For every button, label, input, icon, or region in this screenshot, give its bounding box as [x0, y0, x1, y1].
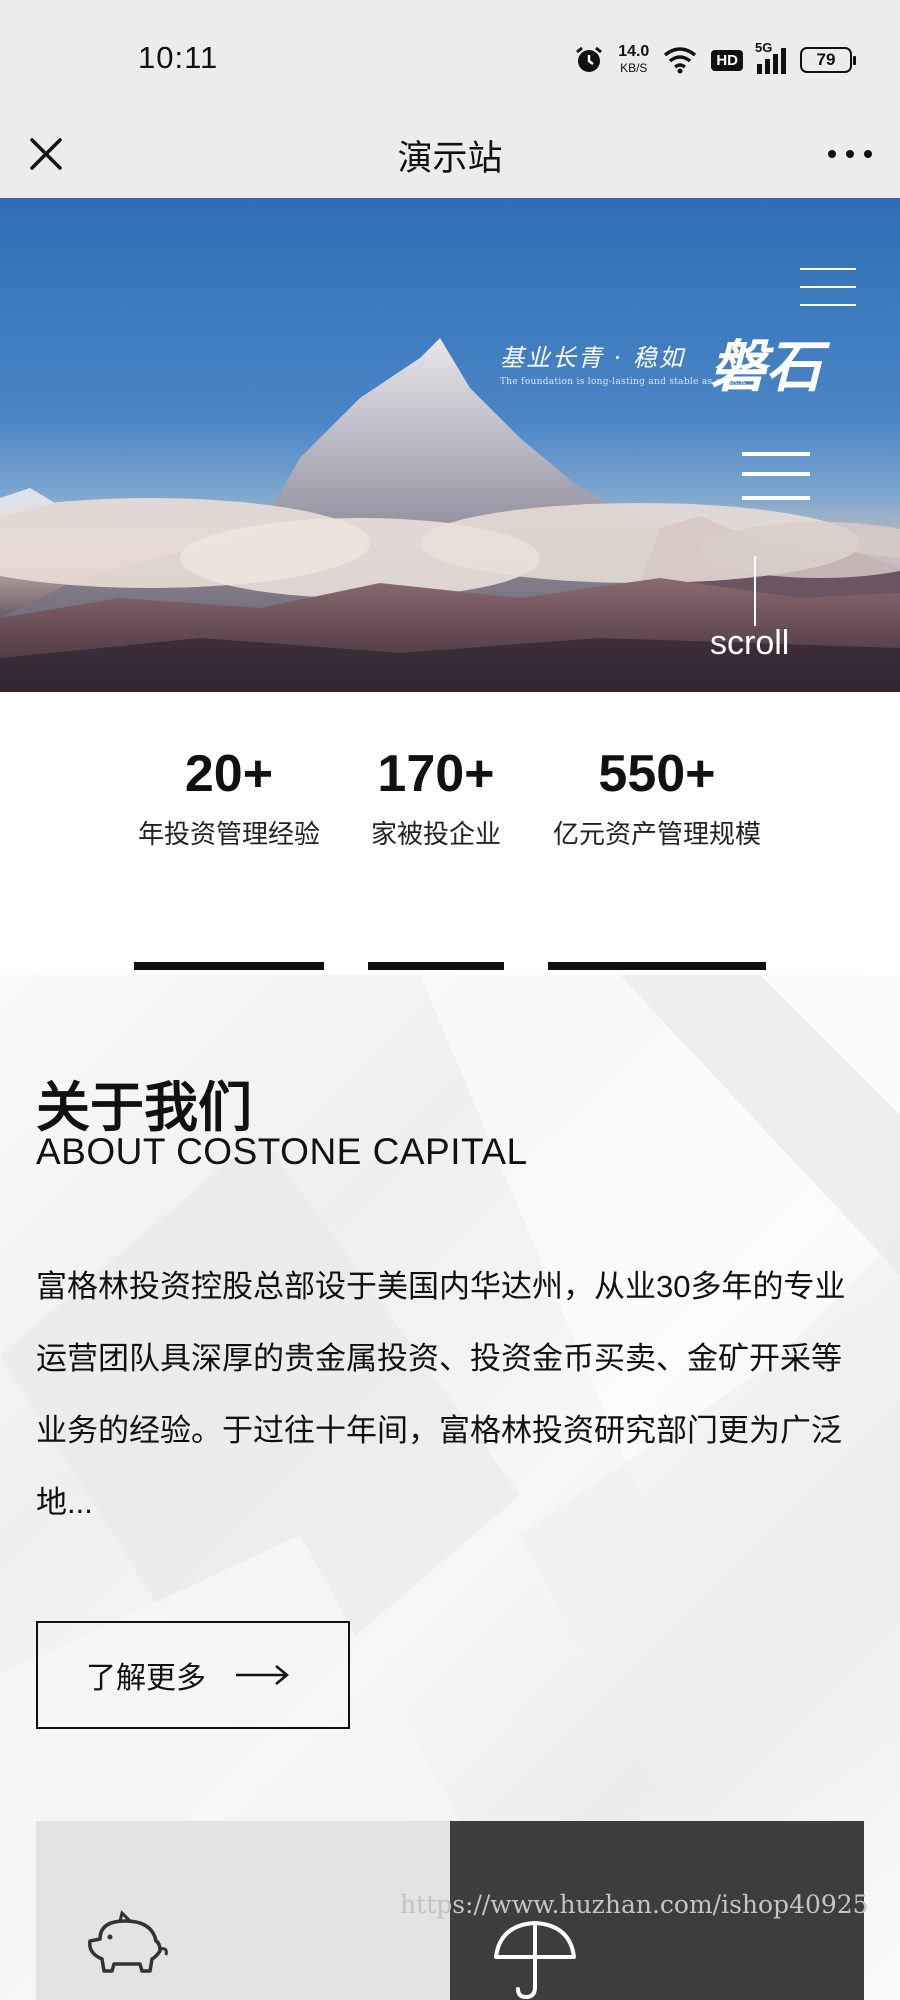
- network-speed-value: 14.0: [618, 43, 650, 60]
- stat-value: 550+: [598, 745, 716, 803]
- stat-underline: [548, 962, 766, 970]
- stat-item: 170+ 家被投企业: [368, 744, 504, 970]
- signal-label: 5G: [755, 40, 773, 55]
- stat-underline: [368, 962, 504, 970]
- slogan-big: 磐石: [710, 334, 822, 400]
- about-subtitle: ABOUT COSTONE CAPITAL: [36, 1131, 528, 1172]
- piggy-bank-icon: [88, 1910, 168, 1973]
- stat-value: 170+: [377, 745, 495, 803]
- status-time: 10:11: [138, 40, 219, 75]
- stat-item: 550+ 亿元资产管理规模: [548, 744, 766, 970]
- signal-icon: 5G: [755, 40, 786, 74]
- stat-value: 20+: [184, 745, 274, 803]
- hd-badge: HD: [711, 49, 743, 71]
- wifi-icon: [664, 47, 697, 74]
- status-bar: 10:11 14.0 KB/S HD 5G 79: [0, 0, 900, 118]
- umbrella-icon: [494, 1921, 576, 2000]
- stat-label: 亿元资产管理规模: [552, 819, 761, 849]
- slogan-line: 基业长青 · 稳如: [500, 344, 685, 372]
- scroll-label: scroll: [710, 624, 790, 662]
- about-description: 富格林投资控股总部设于美国内华达州，从业30多年的专业运营团队具深厚的贵金属投资…: [36, 1269, 846, 1520]
- alarm-icon: [576, 46, 603, 72]
- stat-item: 20+ 年投资管理经验: [134, 744, 324, 970]
- learn-more-button[interactable]: 了解更多: [36, 1621, 350, 1729]
- scroll-indicator-line: [754, 556, 756, 626]
- stat-underline: [134, 962, 324, 970]
- arrow-right-icon: [236, 1665, 289, 1685]
- menu-icon-top[interactable]: [800, 268, 856, 306]
- status-icons: 14.0 KB/S HD 5G 79: [574, 40, 856, 80]
- page-title: 演示站: [397, 139, 503, 178]
- mountain-image: [0, 338, 900, 692]
- stat-label: 年投资管理经验: [137, 819, 320, 849]
- battery-level: 79: [816, 50, 836, 69]
- more-icon[interactable]: [828, 140, 872, 168]
- stat-label: 家被投企业: [370, 819, 501, 849]
- stats-section: 20+ 年投资管理经验 170+ 家被投企业 550+ 亿元资产管理规模: [0, 692, 900, 975]
- feature-tile-savings[interactable]: [36, 1821, 450, 2000]
- battery-icon: 79: [800, 47, 856, 73]
- hero-banner: [0, 198, 900, 692]
- nav-bar: 演示站: [0, 118, 900, 198]
- slogan-english: The foundation is long-lasting and stabl…: [500, 377, 746, 387]
- learn-more-label: 了解更多: [86, 1662, 206, 1695]
- network-speed: 14.0 KB/S: [618, 44, 649, 76]
- network-speed-unit: KB/S: [620, 61, 648, 75]
- hero-slogan: 基业长青 · 稳如 磐石 The foundation is long-last…: [500, 334, 822, 400]
- menu-icon[interactable]: [742, 452, 810, 512]
- about-section: 关于我们 ABOUT COSTONE CAPITAL 富格林投资控股总部设于美国…: [0, 975, 900, 2000]
- watermark: https://www.huzhan.com/ishop40925: [400, 1890, 869, 1919]
